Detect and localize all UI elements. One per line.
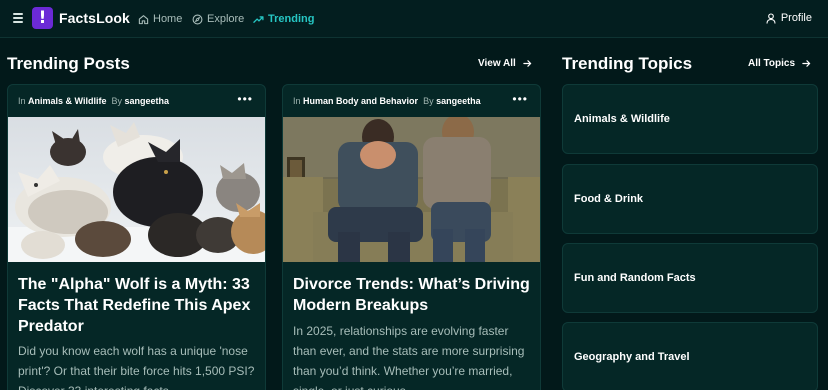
hamburger-menu-icon[interactable] [13,13,23,23]
couple-image [283,117,540,262]
post-card[interactable]: In Human Body and Behavior By sangeetha … [282,84,541,390]
post-excerpt: In 2025, relationships are evolving fast… [293,324,525,390]
nav-trending-label: Trending [268,13,315,25]
post-title[interactable]: Divorce Trends: What’s Driving Modern Br… [293,274,535,316]
profile-button[interactable]: Profile [766,12,812,24]
post-meta: In Animals & Wildlife By sangeetha [18,96,169,106]
nav-trending[interactable]: Trending [253,12,314,26]
logo-icon[interactable]: ! [32,7,53,29]
post-author-link[interactable]: sangeetha [436,96,481,106]
trending-topics-title: Trending Topics [562,54,693,73]
post-meta: In Human Body and Behavior By sangeetha [293,96,481,106]
arrow-right-icon [802,60,811,67]
wolves-image [8,117,265,262]
top-navigation-bar: ! FactsLook Home Explore Trending Profil… [0,0,828,38]
in-label: In [293,96,301,106]
post-excerpt: Did you know each wolf has a unique 'nos… [18,344,255,390]
nav-explore-label: Explore [207,13,245,25]
post-author-link[interactable]: sangeetha [125,96,170,106]
by-label: By [423,96,434,106]
more-options-icon[interactable]: ••• [237,92,253,106]
arrow-right-icon [523,60,532,67]
post-card[interactable]: In Animals & Wildlife By sangeetha ••• T… [7,84,266,390]
topic-animals-wildlife[interactable]: Animals & Wildlife [562,84,818,154]
trending-icon [253,15,264,23]
view-all-link[interactable]: View All [478,58,532,69]
nav-home-label: Home [153,13,183,25]
by-label: By [111,96,122,106]
brand-name[interactable]: FactsLook [59,10,130,26]
topic-food-drink[interactable]: Food & Drink [562,164,818,234]
in-label: In [18,96,26,106]
post-image-couple[interactable] [283,117,540,262]
all-topics-link[interactable]: All Topics [748,58,811,69]
profile-label: Profile [780,12,812,24]
trending-posts-title: Trending Posts [7,54,130,73]
post-image-wolves[interactable] [8,117,265,262]
topic-geography-travel[interactable]: Geography and Travel [562,322,818,390]
nav-explore[interactable]: Explore [192,12,244,26]
post-category-link[interactable]: Human Body and Behavior [303,96,418,106]
nav-home[interactable]: Home [138,12,182,26]
post-category-link[interactable]: Animals & Wildlife [28,96,106,106]
post-title[interactable]: The "Alpha" Wolf is a Myth: 33 Facts Tha… [18,274,260,337]
topic-fun-random-facts[interactable]: Fun and Random Facts [562,243,818,313]
logo-glyph: ! [38,7,47,28]
all-topics-label: All Topics [748,58,796,69]
user-icon [766,12,776,24]
view-all-label: View All [478,58,516,69]
home-icon [138,14,149,24]
more-options-icon[interactable]: ••• [512,92,528,106]
compass-icon [192,14,203,24]
